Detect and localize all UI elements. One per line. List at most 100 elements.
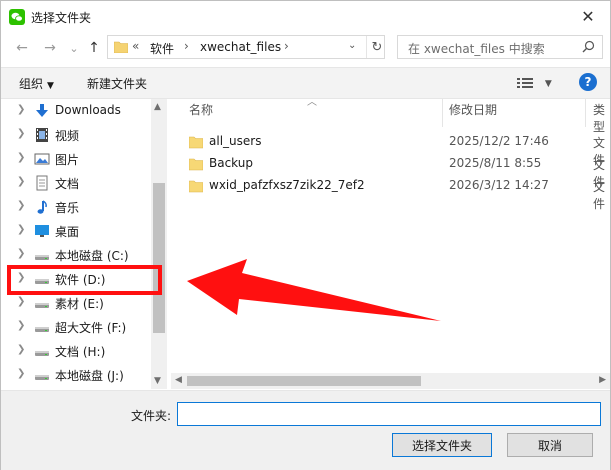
back-button[interactable]: ← bbox=[11, 37, 33, 59]
file-name: all_users bbox=[209, 134, 262, 148]
tree-item-label: 桌面 bbox=[55, 225, 80, 239]
expand-chevron-icon[interactable]: ❯ bbox=[17, 128, 25, 139]
drive-icon bbox=[34, 319, 50, 335]
tree-item[interactable]: ❯ 文档 bbox=[1, 171, 151, 195]
address-dropdown-icon[interactable]: ⌄ bbox=[348, 40, 356, 51]
wechat-icon bbox=[9, 9, 25, 25]
help-button[interactable]: ? bbox=[579, 73, 597, 91]
scroll-down-icon[interactable]: ▼ bbox=[154, 376, 161, 386]
tree-item[interactable]: ❯ 文档 (H:) bbox=[1, 339, 151, 363]
search-icon[interactable] bbox=[580, 39, 596, 58]
navigation-tree[interactable]: ❯ Downloads ❯ 视频 ❯ 图片 ❯ 文档 ❯ 音乐 ❯ 桌面 ❯ 本地磁盘 (C:) ❯ 软件 (… bbox=[1, 99, 167, 389]
tree-item-label: 超大文件 (F:) bbox=[55, 321, 127, 335]
file-row[interactable]: Backup 2025/8/11 8:55 文件 bbox=[171, 153, 611, 189]
annotation-highlight-box bbox=[7, 265, 162, 295]
scroll-left-icon[interactable]: ◀ bbox=[175, 375, 182, 385]
up-button[interactable]: ↑ bbox=[83, 37, 105, 59]
overflow-chevron-icon[interactable]: « bbox=[132, 39, 139, 53]
tree-item[interactable]: ❯ 本地磁盘 (J:) bbox=[1, 363, 151, 387]
cancel-button[interactable]: 取消 bbox=[507, 433, 593, 457]
expand-chevron-icon[interactable]: ❯ bbox=[17, 224, 25, 235]
tree-item[interactable]: ❯ 桌面 bbox=[1, 219, 151, 243]
tree-item-label: 本地磁盘 (J:) bbox=[55, 369, 124, 383]
command-toolbar: 组织 ▼ 新建文件夹 ▼ ? bbox=[1, 67, 610, 99]
picture-icon bbox=[34, 151, 50, 167]
expand-chevron-icon[interactable]: ❯ bbox=[17, 296, 25, 307]
annotation-arrow-icon bbox=[187, 259, 441, 321]
dialog-footer: 文件夹: 选择文件夹 取消 bbox=[1, 390, 610, 470]
details-view-icon bbox=[517, 77, 533, 88]
organize-label: 组织 bbox=[19, 77, 44, 91]
title-bar: 选择文件夹 ✕ bbox=[1, 1, 610, 33]
column-header-type[interactable]: 类型 bbox=[593, 101, 610, 134]
scroll-right-icon[interactable]: ▶ bbox=[599, 375, 606, 385]
folder-icon bbox=[188, 179, 204, 196]
new-folder-button[interactable]: 新建文件夹 bbox=[87, 75, 147, 92]
expand-chevron-icon[interactable]: ❯ bbox=[17, 248, 25, 259]
organize-button[interactable]: 组织 ▼ bbox=[19, 75, 54, 92]
tree-item-label: 视频 bbox=[55, 129, 80, 143]
folder-input[interactable] bbox=[177, 402, 601, 426]
scroll-up-icon[interactable]: ▲ bbox=[154, 102, 161, 112]
tree-item[interactable]: ❯ 本地磁盘 (C:) bbox=[1, 243, 151, 267]
file-list-horizontal-scrollbar[interactable]: ◀ ▶ bbox=[171, 373, 610, 389]
search-input[interactable]: 在 xwechat_files 中搜索 bbox=[397, 35, 603, 59]
drive-icon bbox=[34, 367, 50, 383]
desktop-icon bbox=[34, 223, 50, 239]
breadcrumb-software[interactable]: 软件 bbox=[150, 40, 174, 57]
recent-locations-button[interactable]: ⌄ bbox=[63, 37, 85, 59]
scrollbar-thumb[interactable] bbox=[153, 183, 165, 333]
close-button[interactable]: ✕ bbox=[566, 1, 610, 31]
address-bar[interactable]: « 软件 › xwechat_files › ⌄ ↻ bbox=[107, 35, 385, 59]
file-row[interactable]: all_users 2025/12/2 17:46 文件 bbox=[171, 131, 611, 167]
expand-chevron-icon[interactable]: ❯ bbox=[17, 200, 25, 211]
folder-icon bbox=[188, 135, 204, 152]
tree-item-label: 本地磁盘 (C:) bbox=[55, 249, 129, 263]
expand-chevron-icon[interactable]: ❯ bbox=[17, 344, 25, 355]
expand-chevron-icon[interactable]: ❯ bbox=[17, 320, 25, 331]
breadcrumb-separator[interactable]: › bbox=[184, 39, 189, 53]
search-placeholder: 在 xwechat_files 中搜索 bbox=[408, 42, 545, 56]
file-name: wxid_pafzfxsz7zik22_7ef2 bbox=[209, 178, 365, 192]
forward-button[interactable]: → bbox=[39, 37, 61, 59]
tree-vertical-scrollbar[interactable]: ▲ ▼ bbox=[151, 99, 167, 389]
tree-item[interactable]: ❯ 视频 bbox=[1, 123, 151, 147]
sort-indicator-icon: ︿ bbox=[307, 97, 317, 108]
drive-icon bbox=[34, 295, 50, 311]
tree-item-label: 音乐 bbox=[55, 201, 80, 215]
video-icon bbox=[34, 127, 50, 143]
view-options-button[interactable]: ▼ bbox=[517, 75, 552, 89]
column-divider[interactable] bbox=[442, 99, 443, 127]
download-icon bbox=[34, 103, 50, 119]
file-row[interactable]: wxid_pafzfxsz7zik22_7ef2 2026/3/12 14:27 文… bbox=[171, 175, 611, 211]
column-header-name[interactable]: 名称 bbox=[189, 101, 213, 125]
drive-icon bbox=[34, 343, 50, 359]
tree-item[interactable]: ❯ 音乐 bbox=[1, 195, 151, 219]
tree-item-label: Downloads bbox=[55, 103, 121, 117]
breadcrumb-xwechat-files[interactable]: xwechat_files bbox=[200, 40, 281, 54]
drive-icon bbox=[34, 247, 50, 263]
folder-icon bbox=[113, 41, 129, 56]
expand-chevron-icon[interactable]: ❯ bbox=[17, 104, 25, 115]
caret-down-icon: ▼ bbox=[47, 81, 54, 91]
window-title: 选择文件夹 bbox=[31, 11, 92, 25]
breadcrumb-separator[interactable]: › bbox=[284, 39, 289, 53]
expand-chevron-icon[interactable]: ❯ bbox=[17, 368, 25, 379]
expand-chevron-icon[interactable]: ❯ bbox=[17, 176, 25, 187]
file-name: Backup bbox=[209, 156, 253, 170]
refresh-button[interactable]: ↻ bbox=[366, 36, 387, 58]
file-modified-date: 2026/3/12 14:27 bbox=[449, 178, 549, 192]
tree-item-label: 图片 bbox=[55, 153, 80, 167]
tree-item-label: 文档 bbox=[55, 177, 80, 191]
expand-chevron-icon[interactable]: ❯ bbox=[17, 152, 25, 163]
column-divider[interactable] bbox=[585, 99, 586, 127]
tree-item[interactable]: ❯ Downloads bbox=[1, 99, 151, 123]
folder-icon bbox=[188, 157, 204, 174]
select-folder-dialog: 选择文件夹 ✕ ← → ⌄ ↑ « 软件 › xwechat_files › ⌄… bbox=[0, 0, 611, 470]
tree-item[interactable]: ❯ 超大文件 (F:) bbox=[1, 315, 151, 339]
tree-item[interactable]: ❯ 图片 bbox=[1, 147, 151, 171]
scrollbar-thumb[interactable] bbox=[187, 376, 421, 386]
column-header-date[interactable]: 修改日期 bbox=[449, 101, 497, 125]
caret-down-icon: ▼ bbox=[544, 79, 552, 89]
select-folder-button[interactable]: 选择文件夹 bbox=[392, 433, 492, 457]
